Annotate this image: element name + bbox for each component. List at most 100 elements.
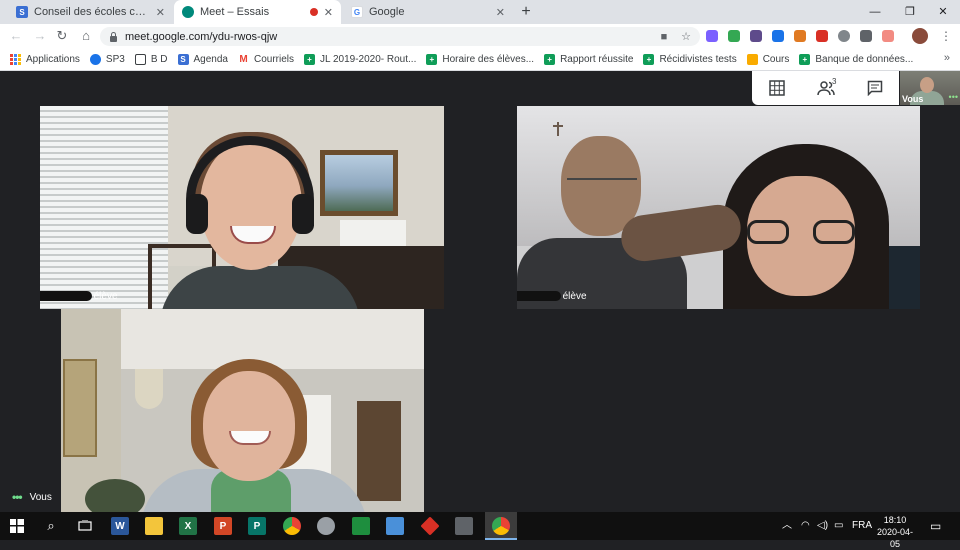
tab-title: Google	[369, 6, 405, 18]
publisher-icon[interactable]: P	[248, 517, 266, 535]
menu-kebab-icon[interactable]: ⋮	[940, 27, 952, 45]
chrome-icon[interactable]	[283, 517, 301, 535]
language-indicator[interactable]: FRA	[852, 512, 872, 540]
tray-chevron-up-icon[interactable]: ︿	[782, 512, 792, 540]
close-window-button[interactable]: ✕	[926, 0, 960, 24]
profile-avatar-icon[interactable]	[912, 28, 928, 44]
bookmark-label: Rapport réussite	[560, 54, 634, 65]
headphone-cup	[292, 194, 314, 234]
redacted-name	[40, 291, 92, 301]
tab-meet[interactable]: Meet – Essais ✕	[174, 0, 341, 24]
extension-arrow-icon[interactable]	[882, 30, 894, 42]
extension-grid-icon[interactable]	[860, 30, 872, 42]
more-options-icon[interactable]: •••	[12, 490, 23, 504]
wall-map	[63, 359, 97, 457]
wall-painting	[320, 150, 398, 216]
bookmark-star-icon[interactable]: ☆	[678, 30, 694, 43]
extension-circle-icon[interactable]	[838, 30, 850, 42]
close-tab-icon[interactable]: ✕	[156, 6, 165, 19]
powerpoint-icon[interactable]: P	[214, 517, 232, 535]
redacted-name	[517, 291, 561, 301]
app-red-diamond-icon[interactable]	[420, 516, 440, 536]
green-plus-icon: +	[304, 54, 315, 65]
extension-diamond-icon[interactable]	[728, 30, 740, 42]
windows-start-icon[interactable]	[8, 517, 26, 535]
globe-icon	[89, 54, 101, 65]
tab-google[interactable]: G Google ✕	[343, 0, 513, 24]
meet-favicon-icon	[182, 6, 194, 18]
extension-shield-icon[interactable]	[794, 30, 806, 42]
file-explorer-icon[interactable]	[145, 517, 163, 535]
headphone-cup	[186, 194, 208, 234]
system-clock[interactable]: 18:10 2020-04-05	[872, 514, 918, 550]
extension-tm-icon[interactable]	[706, 30, 718, 42]
tab-conseil[interactable]: S Conseil des écoles catholiques d ✕	[8, 0, 173, 24]
back-arrow-icon[interactable]: ←	[6, 26, 26, 46]
extension-book-icon[interactable]	[750, 30, 762, 42]
bookmark-label: B D	[150, 54, 168, 65]
green-plus-icon: +	[426, 54, 438, 65]
bookmarks-overflow-icon[interactable]: »	[944, 52, 950, 64]
minimize-button[interactable]: —	[858, 0, 892, 24]
participant-tile-2[interactable]: ••• élève	[517, 106, 920, 309]
bookmark-bd[interactable]: B D	[134, 54, 168, 65]
bookmark-label: Horaire des élèves...	[442, 54, 535, 65]
s-icon: S	[177, 54, 189, 65]
grid-layout-button[interactable]	[762, 75, 792, 101]
participant-tile-1[interactable]: ••• élève	[40, 106, 444, 309]
meet-top-controls: 3	[752, 71, 899, 105]
participants-button[interactable]: 3	[811, 75, 841, 101]
task-view-icon[interactable]	[76, 517, 94, 535]
bookmark-banque[interactable]: + Banque de données...	[799, 54, 913, 65]
volume-icon[interactable]: ◁)	[817, 512, 828, 540]
ceiling-lamp	[135, 369, 163, 409]
network-icon[interactable]: ◠	[801, 512, 810, 540]
close-tab-icon[interactable]: ✕	[496, 6, 505, 19]
app-globe-icon[interactable]	[317, 517, 335, 535]
bookmark-courriels[interactable]: M Courriels	[237, 54, 294, 65]
notepad-icon[interactable]	[386, 517, 404, 535]
keyboard-icon[interactable]: ▭	[834, 512, 843, 540]
participant-tile-3[interactable]	[61, 309, 424, 512]
bookmark-rapport[interactable]: + Rapport réussite	[544, 54, 633, 65]
bookmark-label: Applications	[26, 54, 80, 65]
self-thumbnail-label: Vous	[902, 94, 924, 104]
participant-name-label: ••• élève	[517, 289, 587, 303]
bookmark-applications[interactable]: Applications	[10, 54, 80, 65]
bookmark-agenda[interactable]: S Agenda	[177, 54, 228, 65]
extension-window-icon[interactable]	[772, 30, 784, 42]
bookmark-horaire[interactable]: + Horaire des élèves...	[426, 54, 534, 65]
forward-arrow-icon[interactable]: →	[30, 26, 50, 46]
word-icon[interactable]: W	[111, 517, 129, 535]
home-icon[interactable]: ⌂	[76, 26, 96, 46]
recording-indicator-icon	[309, 8, 318, 16]
glasses	[747, 220, 855, 246]
browser-toolbar: ← → ↻ ⌂ meet.google.com/ydu-rwos-qjw ■ ☆…	[0, 24, 960, 49]
bookmarks-bar: Applications SP3 B D S Agenda M Courriel…	[0, 49, 960, 71]
scanner-icon[interactable]	[455, 517, 473, 535]
chrome-active-icon[interactable]	[492, 517, 510, 535]
bookshelf	[357, 401, 401, 501]
restore-button[interactable]: ❐	[893, 0, 927, 24]
search-icon[interactable]: ⌕	[42, 517, 60, 535]
close-tab-icon[interactable]: ✕	[324, 6, 333, 19]
app-green-icon[interactable]	[352, 517, 370, 535]
plant	[85, 479, 145, 512]
new-tab-button[interactable]: +	[517, 2, 535, 22]
grid-doc-icon	[134, 54, 146, 65]
address-bar[interactable]: meet.google.com/ydu-rwos-qjw ■ ☆	[100, 27, 700, 46]
bookmark-cours[interactable]: Cours	[746, 54, 789, 65]
excel-icon[interactable]: X	[179, 517, 197, 535]
url-text: meet.google.com/ydu-rwos-qjw	[125, 30, 278, 43]
extension-pdf-icon[interactable]	[816, 30, 828, 42]
green-plus-icon: +	[544, 54, 556, 65]
bookmark-sp3[interactable]: SP3	[89, 54, 125, 65]
self-view-thumbnail[interactable]: Vous •••	[900, 71, 960, 105]
reload-icon[interactable]: ↻	[52, 26, 72, 46]
bookmark-jl-routine[interactable]: + JL 2019-2020- Rout...	[304, 54, 416, 65]
camera-icon[interactable]: ■	[656, 31, 672, 43]
more-options-icon[interactable]: •••	[949, 92, 958, 102]
notifications-icon[interactable]: ▭	[930, 512, 941, 540]
bookmark-recidivistes[interactable]: + Récidivistes tests	[643, 54, 737, 65]
chat-button[interactable]	[860, 75, 890, 101]
